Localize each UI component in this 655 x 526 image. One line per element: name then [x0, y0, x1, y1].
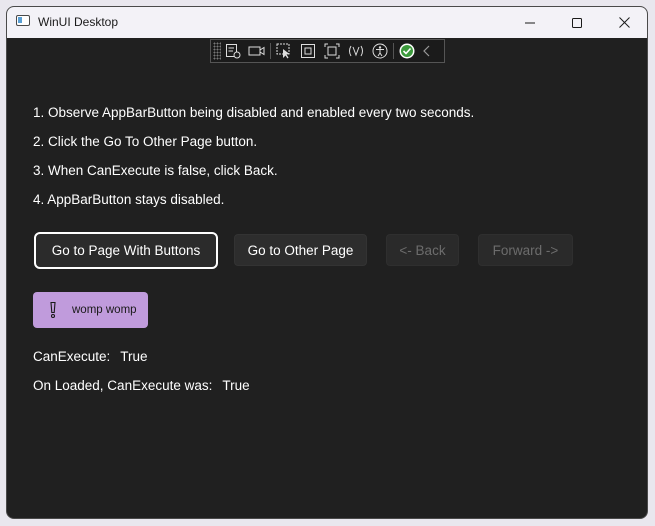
minimize-icon: [525, 22, 535, 23]
can-execute-value: True: [120, 349, 148, 364]
go-to-page-with-buttons-button[interactable]: Go to Page With Buttons: [34, 232, 218, 269]
close-button[interactable]: [601, 7, 647, 38]
instruction-step-2: 2. Click the Go To Other Page button.: [33, 134, 258, 149]
instruction-step-4: 4. AppBarButton stays disabled.: [33, 192, 225, 207]
maximize-icon: [572, 17, 582, 28]
forward-button[interactable]: Forward ->: [478, 234, 573, 266]
title-bar[interactable]: WinUI Desktop: [7, 7, 647, 38]
app-bar-button-label: womp womp: [72, 304, 137, 316]
app-window: WinUI Desktop 1. Observe AppBarButton be…: [6, 6, 648, 519]
on-loaded-status: On Loaded, CanExecute was: True: [33, 378, 250, 393]
on-loaded-label: On Loaded, CanExecute was:: [33, 378, 213, 393]
close-icon: [618, 17, 630, 28]
back-button[interactable]: <- Back: [386, 234, 459, 266]
exclamation-icon: [44, 301, 62, 319]
window-title: WinUI Desktop: [38, 15, 119, 29]
can-execute-status: CanExecute: True: [33, 349, 148, 364]
on-loaded-value: True: [222, 378, 250, 393]
app-bar-button[interactable]: womp womp: [33, 292, 148, 328]
instruction-step-1: 1. Observe AppBarButton being disabled a…: [33, 105, 475, 120]
minimize-button[interactable]: [507, 7, 553, 38]
maximize-button[interactable]: [554, 7, 600, 38]
go-to-other-page-button[interactable]: Go to Other Page: [234, 234, 367, 266]
instruction-step-3: 3. When CanExecute is false, click Back.: [33, 163, 278, 178]
can-execute-label: CanExecute:: [33, 349, 111, 364]
page-content: 1. Observe AppBarButton being disabled a…: [7, 38, 647, 518]
app-window-icon: [16, 15, 30, 26]
